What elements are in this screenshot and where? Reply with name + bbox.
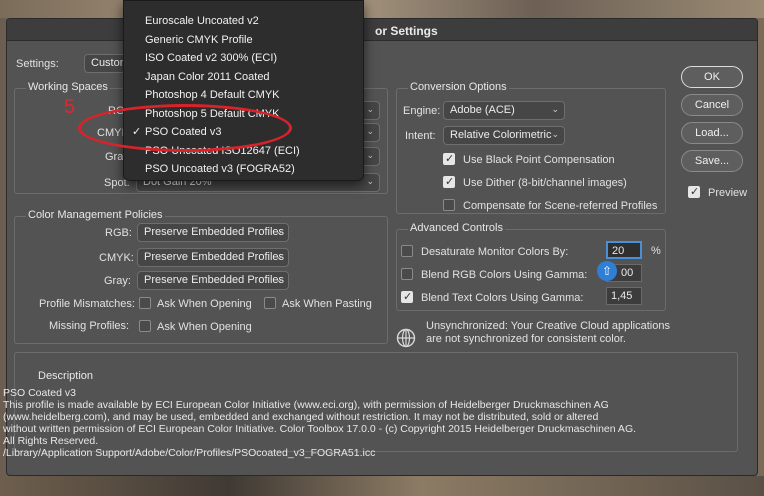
mismatch-ask-opening-label: Ask When Opening	[157, 298, 252, 310]
globe-sync-icon	[396, 328, 416, 348]
sync-line-2: are not synchronized for consistent colo…	[426, 333, 626, 345]
intent-label: Intent:	[405, 130, 436, 142]
intent-value: Relative Colorimetric	[450, 129, 552, 141]
dither-checkbox[interactable]	[443, 175, 455, 188]
engine-value: Adobe (ACE)	[450, 104, 515, 116]
chevron-down-icon: ⌄	[275, 226, 283, 236]
description-line: This profile is made available by ECI Eu…	[3, 399, 609, 411]
mismatch-ask-pasting-checkbox[interactable]	[264, 297, 276, 309]
dither-label: Use Dither (8-bit/channel images)	[463, 177, 627, 189]
menu-item-label: Photoshop 4 Default CMYK	[145, 89, 280, 101]
cmyk-profile-menu: Euroscale Uncoated v2 Generic CMYK Profi…	[123, 0, 364, 181]
menu-item-label: Euroscale Uncoated v2	[145, 15, 259, 27]
desaturate-checkbox[interactable]	[401, 245, 413, 257]
preview-checkbox[interactable]	[688, 185, 700, 198]
policy-rgb-label: RGB:	[105, 227, 132, 239]
chevron-down-icon: ⌄	[275, 251, 283, 261]
menu-item-iso-coated-v2[interactable]: ISO Coated v2 300% (ECI)	[124, 49, 363, 67]
advanced-title: Advanced Controls	[408, 222, 505, 234]
settings-label: Settings:	[16, 58, 59, 70]
menu-item-label: Generic CMYK Profile	[145, 34, 253, 46]
background-photo-bottom	[0, 476, 764, 496]
blend-rgb-label: Blend RGB Colors Using Gamma:	[421, 269, 588, 281]
cancel-button[interactable]: Cancel	[681, 94, 743, 116]
dialog-titlebar: or Settings	[7, 19, 757, 41]
mismatch-ask-pasting-label: Ask When Pasting	[282, 298, 372, 310]
menu-item-euroscale[interactable]: Euroscale Uncoated v2	[124, 12, 363, 30]
desaturate-unit: %	[651, 245, 661, 257]
dialog-title: or Settings	[375, 24, 438, 38]
policies-title: Color Management Policies	[26, 209, 165, 221]
policy-gray-label: Gray:	[104, 275, 131, 287]
background-photo-top	[0, 0, 764, 18]
working-spaces-title: Working Spaces	[26, 81, 110, 93]
engine-select[interactable]: Adobe (ACE) ⌄	[443, 101, 565, 120]
desaturate-input[interactable]: 20	[606, 241, 642, 259]
menu-item-label: Japan Color 2011 Coated	[145, 71, 270, 83]
description-line: All Rights Reserved.	[3, 435, 99, 447]
policy-cmyk-value: Preserve Embedded Profiles	[144, 251, 285, 263]
missing-profiles-label: Missing Profiles:	[49, 320, 130, 332]
chevron-down-icon: ⌄	[551, 104, 559, 114]
policy-gray-value: Preserve Embedded Profiles	[144, 274, 285, 286]
profile-mismatches-label: Profile Mismatches:	[39, 298, 135, 310]
menu-item-photoshop-4[interactable]: Photoshop 4 Default CMYK	[124, 86, 363, 104]
chevron-down-icon: ⌄	[366, 104, 374, 114]
policy-rgb-select[interactable]: Preserve Embedded Profiles ⌄	[137, 223, 289, 242]
missing-ask-opening-label: Ask When Opening	[157, 321, 252, 333]
description-line: without written permission of ECI Europe…	[3, 423, 637, 435]
policy-cmyk-select[interactable]: Preserve Embedded Profiles ⌄	[137, 248, 289, 267]
policy-rgb-value: Preserve Embedded Profiles	[144, 226, 285, 238]
blend-rgb-checkbox[interactable]	[401, 268, 413, 280]
chevron-down-icon: ⌄	[275, 274, 283, 284]
blend-text-checkbox[interactable]	[401, 290, 413, 303]
blend-text-input[interactable]: 1,45	[606, 287, 642, 305]
description-line: /Library/Application Support/Adobe/Color…	[3, 447, 376, 459]
description-line: PSO Coated v3	[3, 387, 76, 399]
engine-label: Engine:	[403, 105, 441, 117]
annotation-step-number: 5	[64, 96, 76, 118]
sync-line-1: Unsynchronized: Your Creative Cloud appl…	[426, 320, 670, 332]
conversion-title: Conversion Options	[408, 81, 509, 93]
policy-cmyk-label: CMYK:	[99, 252, 134, 264]
black-point-checkbox[interactable]	[443, 152, 455, 165]
desaturate-label: Desaturate Monitor Colors By:	[421, 246, 569, 258]
pointer-cursor-icon: ⇧	[597, 261, 617, 281]
preview-label: Preview	[708, 187, 748, 199]
description-line: (www.heidelberg.com), and may be used, e…	[3, 411, 599, 423]
compensate-label: Compensate for Scene-referred Profiles	[463, 200, 658, 212]
menu-item-label: ISO Coated v2 300% (ECI)	[145, 52, 278, 64]
policy-gray-select[interactable]: Preserve Embedded Profiles ⌄	[137, 271, 289, 290]
annotation-highlight-oval	[78, 104, 292, 152]
chevron-down-icon: ⌄	[366, 126, 374, 136]
blend-text-label: Blend Text Colors Using Gamma:	[421, 292, 584, 304]
chevron-down-icon: ⌄	[366, 150, 374, 160]
menu-item-japan-color[interactable]: Japan Color 2011 Coated	[124, 68, 363, 86]
description-title: Description	[36, 370, 96, 382]
ok-button[interactable]: OK	[681, 66, 743, 88]
save-button[interactable]: Save...	[681, 150, 743, 172]
description-text: PSO Coated v3 This profile is made avail…	[3, 387, 636, 459]
missing-ask-opening-checkbox[interactable]	[139, 320, 151, 332]
load-button[interactable]: Load...	[681, 122, 743, 144]
menu-item-pso-uncoated-v3[interactable]: PSO Uncoated v3 (FOGRA52)	[124, 160, 363, 178]
chevron-down-icon: ⌄	[551, 129, 559, 139]
compensate-checkbox[interactable]	[443, 199, 455, 211]
mismatch-ask-opening-checkbox[interactable]	[139, 297, 151, 309]
menu-item-generic-cmyk[interactable]: Generic CMYK Profile	[124, 31, 363, 49]
intent-select[interactable]: Relative Colorimetric ⌄	[443, 126, 565, 145]
chevron-down-icon: ⌄	[366, 176, 374, 186]
black-point-label: Use Black Point Compensation	[463, 154, 615, 166]
menu-item-label: PSO Uncoated v3 (FOGRA52)	[145, 163, 295, 175]
